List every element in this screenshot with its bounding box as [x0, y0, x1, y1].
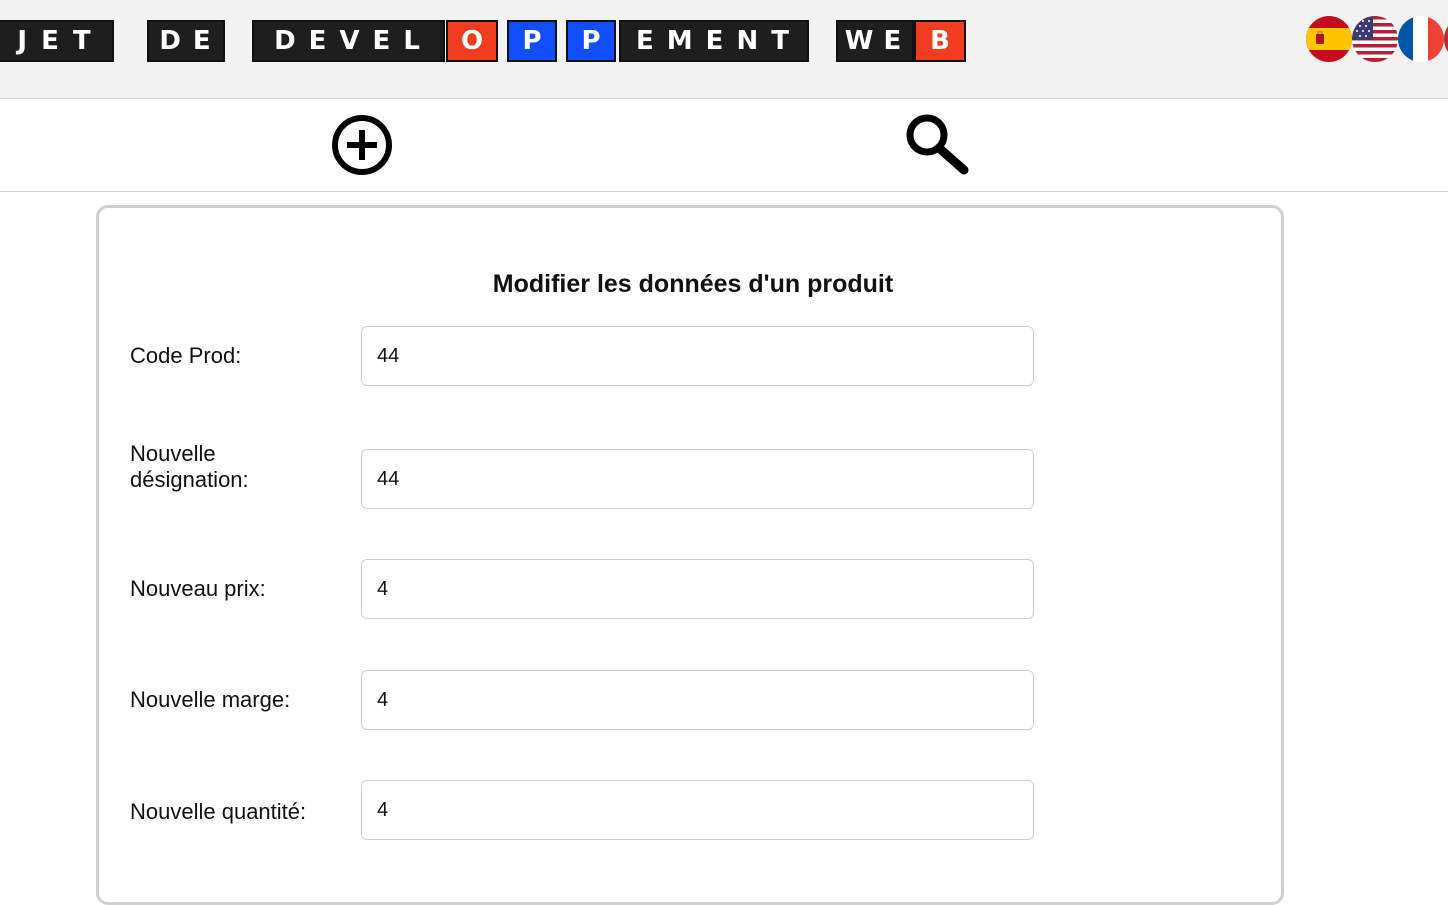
margin-label: Nouvelle marge: [130, 687, 291, 712]
title-tile: WE [836, 20, 914, 62]
add-circle-icon[interactable] [330, 113, 394, 182]
code-prod-input[interactable] [361, 326, 1034, 386]
spanish-flag-icon[interactable] [1306, 16, 1352, 62]
title-tile: EMENT [619, 20, 809, 62]
title-letters: DEVEL [274, 26, 433, 56]
title-letter: O [460, 26, 484, 56]
code-prod-label: Code Prod: [130, 343, 242, 368]
title-tile: P [566, 20, 616, 62]
title-letters: JET [17, 26, 105, 56]
margin-input[interactable] [361, 670, 1034, 730]
title-tile: P [507, 20, 557, 62]
title-tile: O [446, 20, 498, 62]
price-label: Nouveau prix: [130, 576, 266, 601]
title-letter: B [930, 26, 950, 56]
quantity-label: Nouvelle quantité: [130, 799, 307, 824]
designation-input[interactable] [361, 449, 1034, 509]
title-letters: WE [844, 26, 912, 56]
edit-product-form: Modifier les données d'un produit Code P… [96, 205, 1284, 905]
title-letters: EMENT [636, 26, 802, 56]
title-tile: DEVEL [252, 20, 445, 62]
title-letter: P [522, 26, 542, 56]
title-tile: JET [0, 20, 114, 62]
search-icon[interactable] [902, 111, 972, 180]
title-letters: DE [159, 26, 223, 56]
us-flag-icon[interactable] [1352, 16, 1398, 62]
french-flag-icon[interactable] [1398, 16, 1444, 62]
action-toolbar [0, 99, 1448, 192]
top-banner: JET DE DEVEL O P P EMENT WE B [0, 0, 1448, 99]
designation-label: Nouvelle désignation: [130, 441, 249, 492]
title-tile: B [914, 20, 966, 62]
title-letter: P [581, 26, 601, 56]
price-input[interactable] [361, 559, 1034, 619]
moroccan-flag-icon[interactable] [1444, 16, 1448, 62]
quantity-input[interactable] [361, 780, 1034, 840]
language-selector [1248, 16, 1448, 62]
form-title: Modifier les données d'un produit [492, 270, 894, 298]
title-tile: DE [147, 20, 225, 62]
